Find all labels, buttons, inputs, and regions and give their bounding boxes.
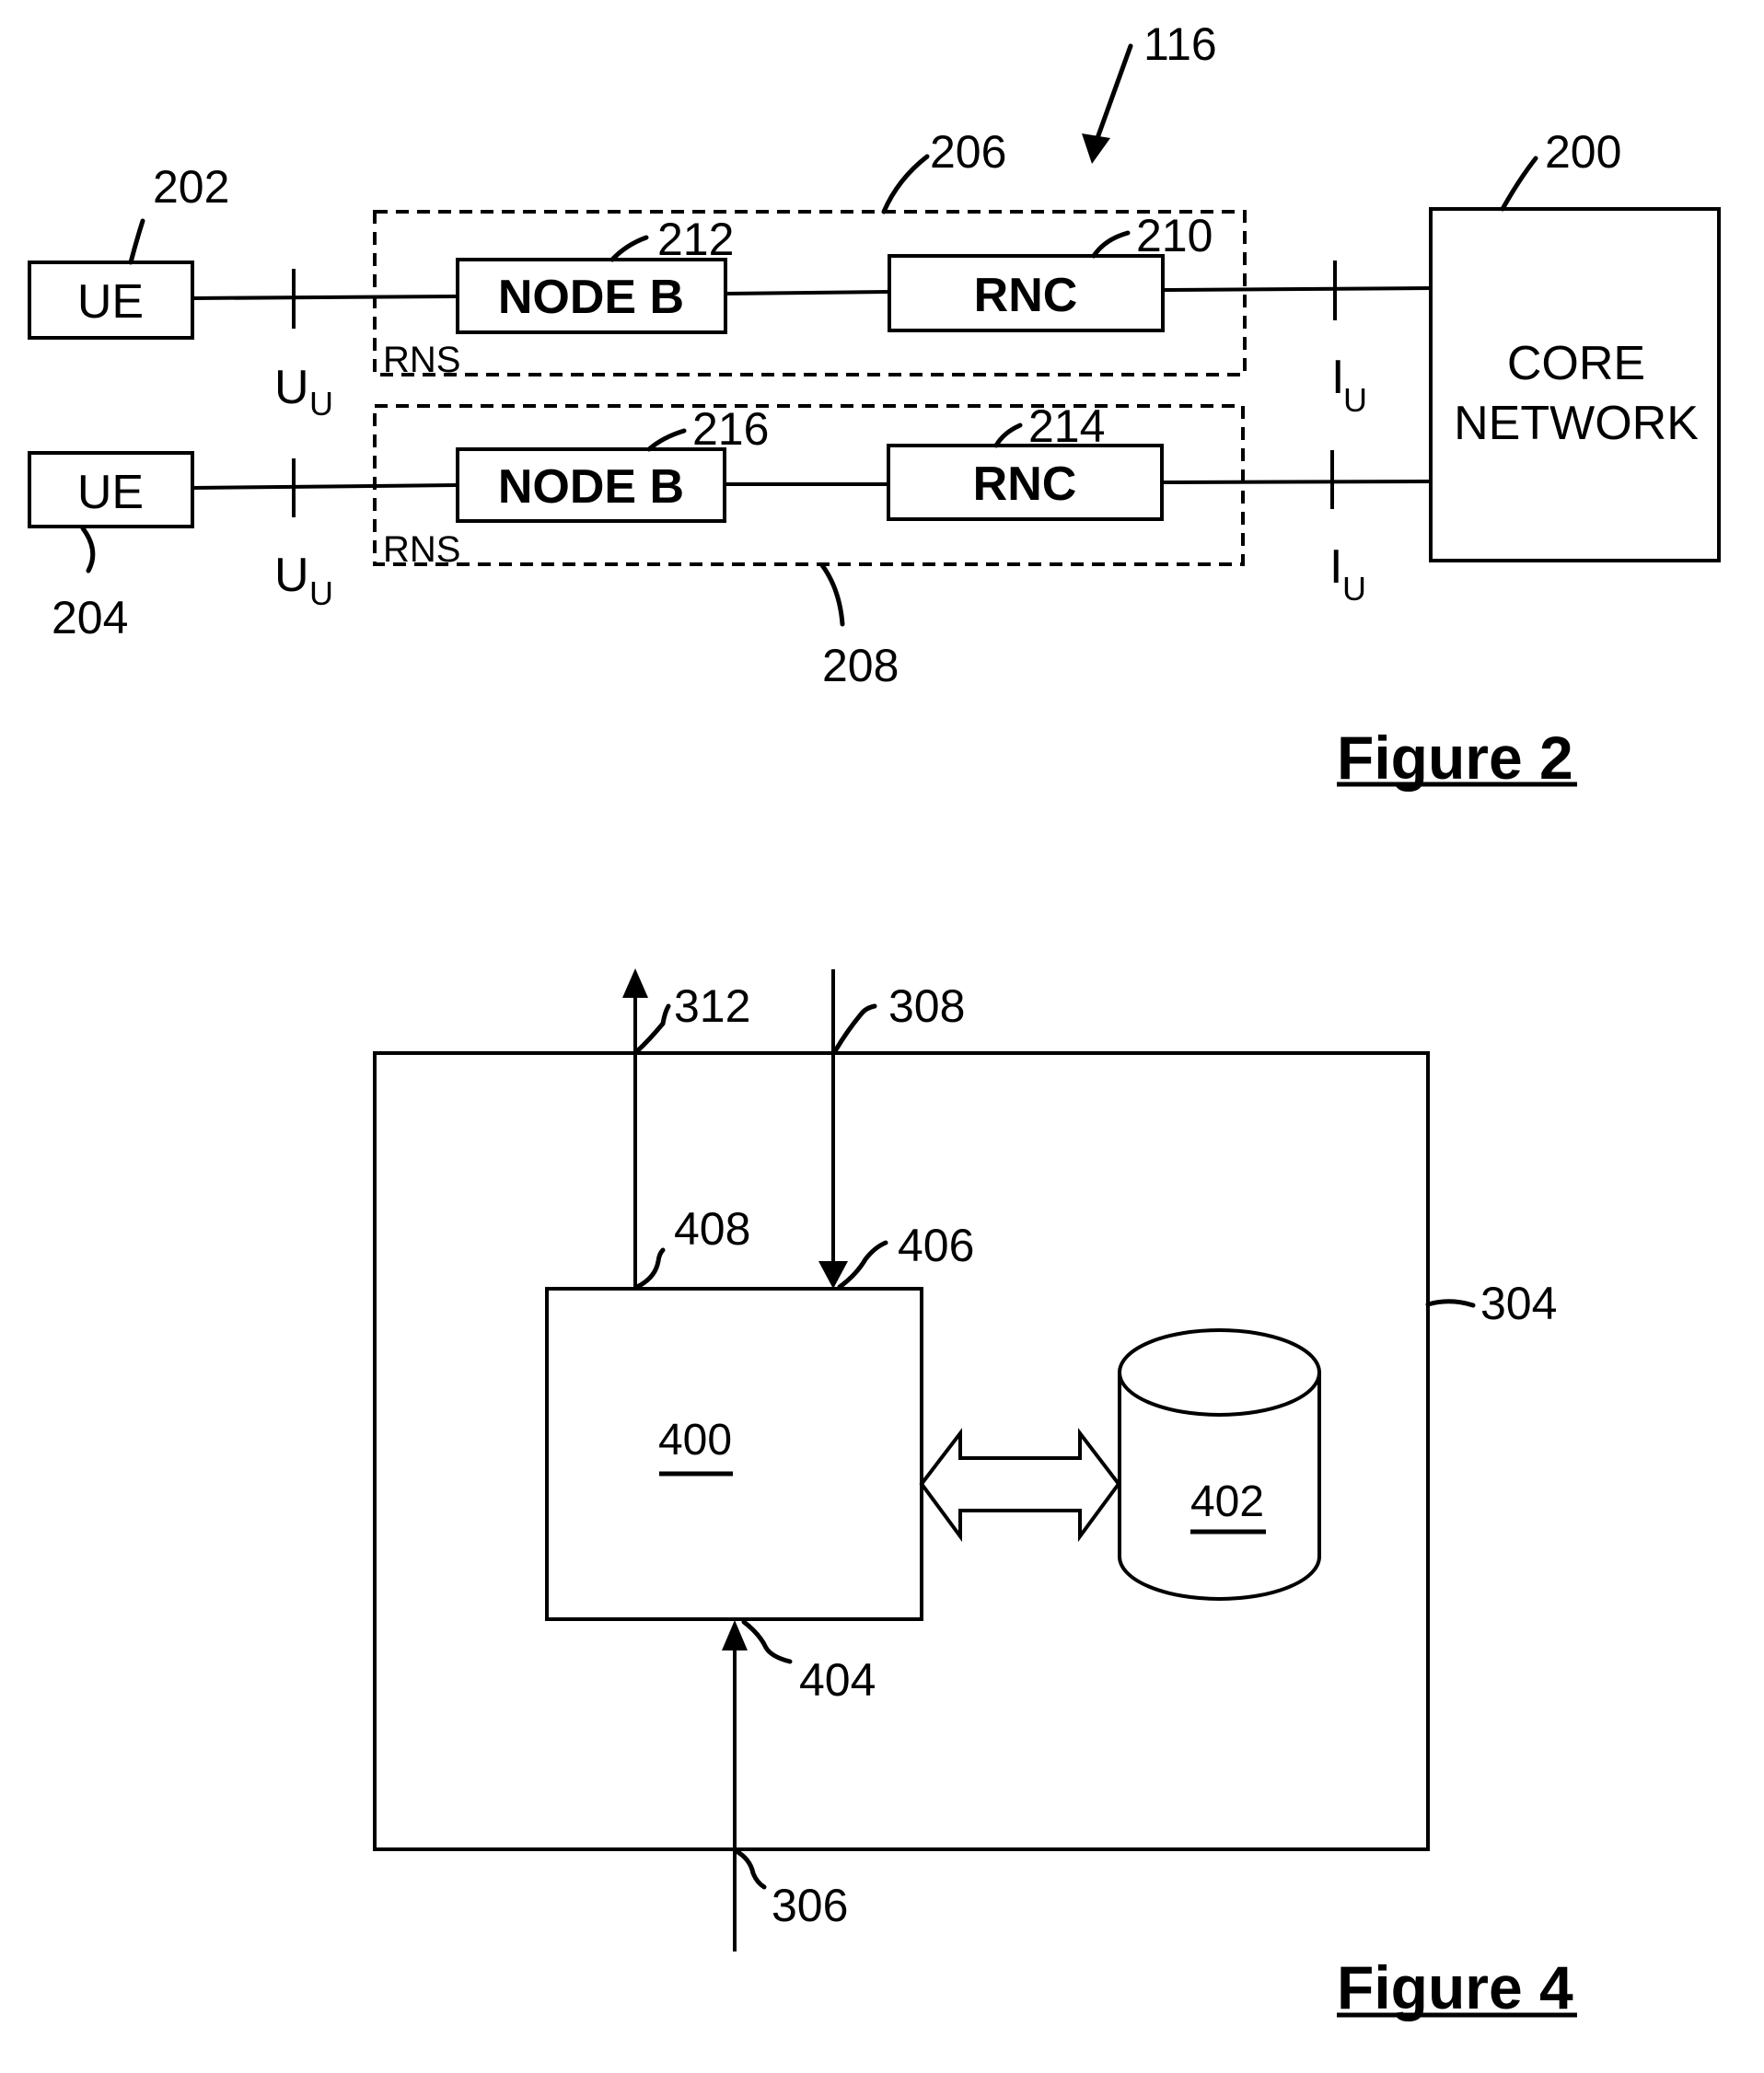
node-b-ref-leader-1 bbox=[609, 235, 649, 262]
rns-ref-2: 208 bbox=[822, 640, 899, 691]
ue-nodeb-link-1 bbox=[191, 295, 458, 300]
rnc-ref-leader-1 bbox=[1091, 230, 1131, 259]
iu-label-2: I bbox=[1329, 540, 1342, 594]
uu-sub-label-1: U bbox=[309, 385, 333, 423]
processor-ref: 400 bbox=[658, 1416, 732, 1465]
core-network: CORE NETWORK 200 bbox=[1429, 126, 1721, 562]
input-top-arrow-ref-leader bbox=[832, 1003, 877, 1054]
arrowhead-icon bbox=[1082, 133, 1110, 164]
uu-label-1: U bbox=[274, 361, 309, 414]
processor-box bbox=[545, 1287, 923, 1621]
rnc-ref-1: 210 bbox=[1136, 210, 1213, 261]
node-b-label-2: NODE B bbox=[498, 460, 684, 514]
uu-sub-label-2: U bbox=[309, 574, 333, 612]
input-bottom-arrow-ref: 306 bbox=[772, 1880, 848, 1931]
rnc-ref-leader-2 bbox=[993, 423, 1023, 448]
rns-ref-1: 206 bbox=[930, 126, 1006, 178]
system-ref-arrow-shaft bbox=[1095, 43, 1133, 141]
rns-ref-leader-1 bbox=[881, 154, 930, 214]
node-b-label-1: NODE B bbox=[498, 271, 684, 324]
rnc-label-1: RNC bbox=[974, 269, 1078, 322]
node-b-ref-2: 216 bbox=[692, 403, 769, 455]
core-network-label-line2: NETWORK bbox=[1454, 397, 1699, 450]
nodeb-rnc-link-1 bbox=[725, 290, 890, 295]
system-ref-arrow: 116 bbox=[1082, 18, 1217, 164]
rnc-core-link-2 bbox=[1161, 480, 1432, 484]
port-input-bottom-ref: 404 bbox=[799, 1654, 876, 1706]
port-output-ref: 408 bbox=[674, 1203, 750, 1255]
figure-4: 304 312 308 408 406 400 402 404 306 Figu… bbox=[373, 968, 1577, 2021]
output-arrowhead-icon bbox=[622, 968, 648, 998]
ue-label-2: UE bbox=[77, 466, 144, 519]
storage-cylinder: 402 bbox=[1118, 1328, 1321, 1601]
node-b-ref-1: 212 bbox=[657, 214, 734, 265]
rnc-label-2: RNC bbox=[973, 457, 1077, 511]
rnc-ref-2: 214 bbox=[1028, 400, 1105, 452]
rns-label-1: RNS bbox=[383, 340, 460, 380]
rns-row-1: UE 202 U U RNS 206 NODE B 212 RNC 210 I … bbox=[28, 126, 1432, 423]
core-network-label-line1: CORE bbox=[1507, 337, 1645, 390]
figure-2-title: Figure 2 bbox=[1337, 724, 1573, 792]
outer-box-ref-leader bbox=[1425, 1299, 1476, 1308]
patent-drawing: 116 CORE NETWORK 200 UE 202 U U RNS 206 … bbox=[28, 18, 1721, 2021]
ue-ref-leader-1 bbox=[128, 218, 145, 265]
iu-sub-label-2: U bbox=[1342, 570, 1366, 608]
outer-box-ref: 304 bbox=[1480, 1278, 1557, 1329]
figure-2: 116 CORE NETWORK 200 UE 202 U U RNS 206 … bbox=[28, 18, 1721, 792]
ue-nodeb-link-2 bbox=[191, 483, 458, 490]
input-bottom-arrow-ref-leader bbox=[734, 1848, 767, 1890]
rns-label-2: RNS bbox=[383, 529, 460, 570]
iu-sub-label-1: U bbox=[1343, 381, 1367, 419]
input-top-arrow-ref: 308 bbox=[888, 980, 965, 1032]
core-network-ref: 200 bbox=[1545, 126, 1621, 178]
output-arrow-ref: 312 bbox=[674, 980, 750, 1032]
ue-label-1: UE bbox=[77, 275, 144, 329]
port-input-top-ref: 406 bbox=[898, 1220, 974, 1271]
rns-row-2: UE 204 U U RNS 208 NODE B 216 RNC 214 I … bbox=[28, 400, 1432, 691]
rns-ref-leader-2 bbox=[819, 562, 845, 627]
uu-label-2: U bbox=[274, 549, 309, 602]
core-network-ref-leader bbox=[1500, 156, 1538, 212]
ue-ref-1: 202 bbox=[153, 161, 229, 213]
storage-ref: 402 bbox=[1190, 1477, 1264, 1526]
system-ref-label: 116 bbox=[1143, 18, 1217, 70]
ue-ref-2: 204 bbox=[52, 592, 128, 643]
node-b-ref-leader-2 bbox=[646, 428, 687, 452]
output-arrow-ref-leader bbox=[634, 1003, 671, 1054]
figure-4-title: Figure 4 bbox=[1337, 1953, 1573, 2021]
cylinder-top bbox=[1118, 1328, 1321, 1417]
rnc-core-link-1 bbox=[1162, 286, 1432, 292]
ue-ref-leader-2 bbox=[80, 526, 96, 573]
